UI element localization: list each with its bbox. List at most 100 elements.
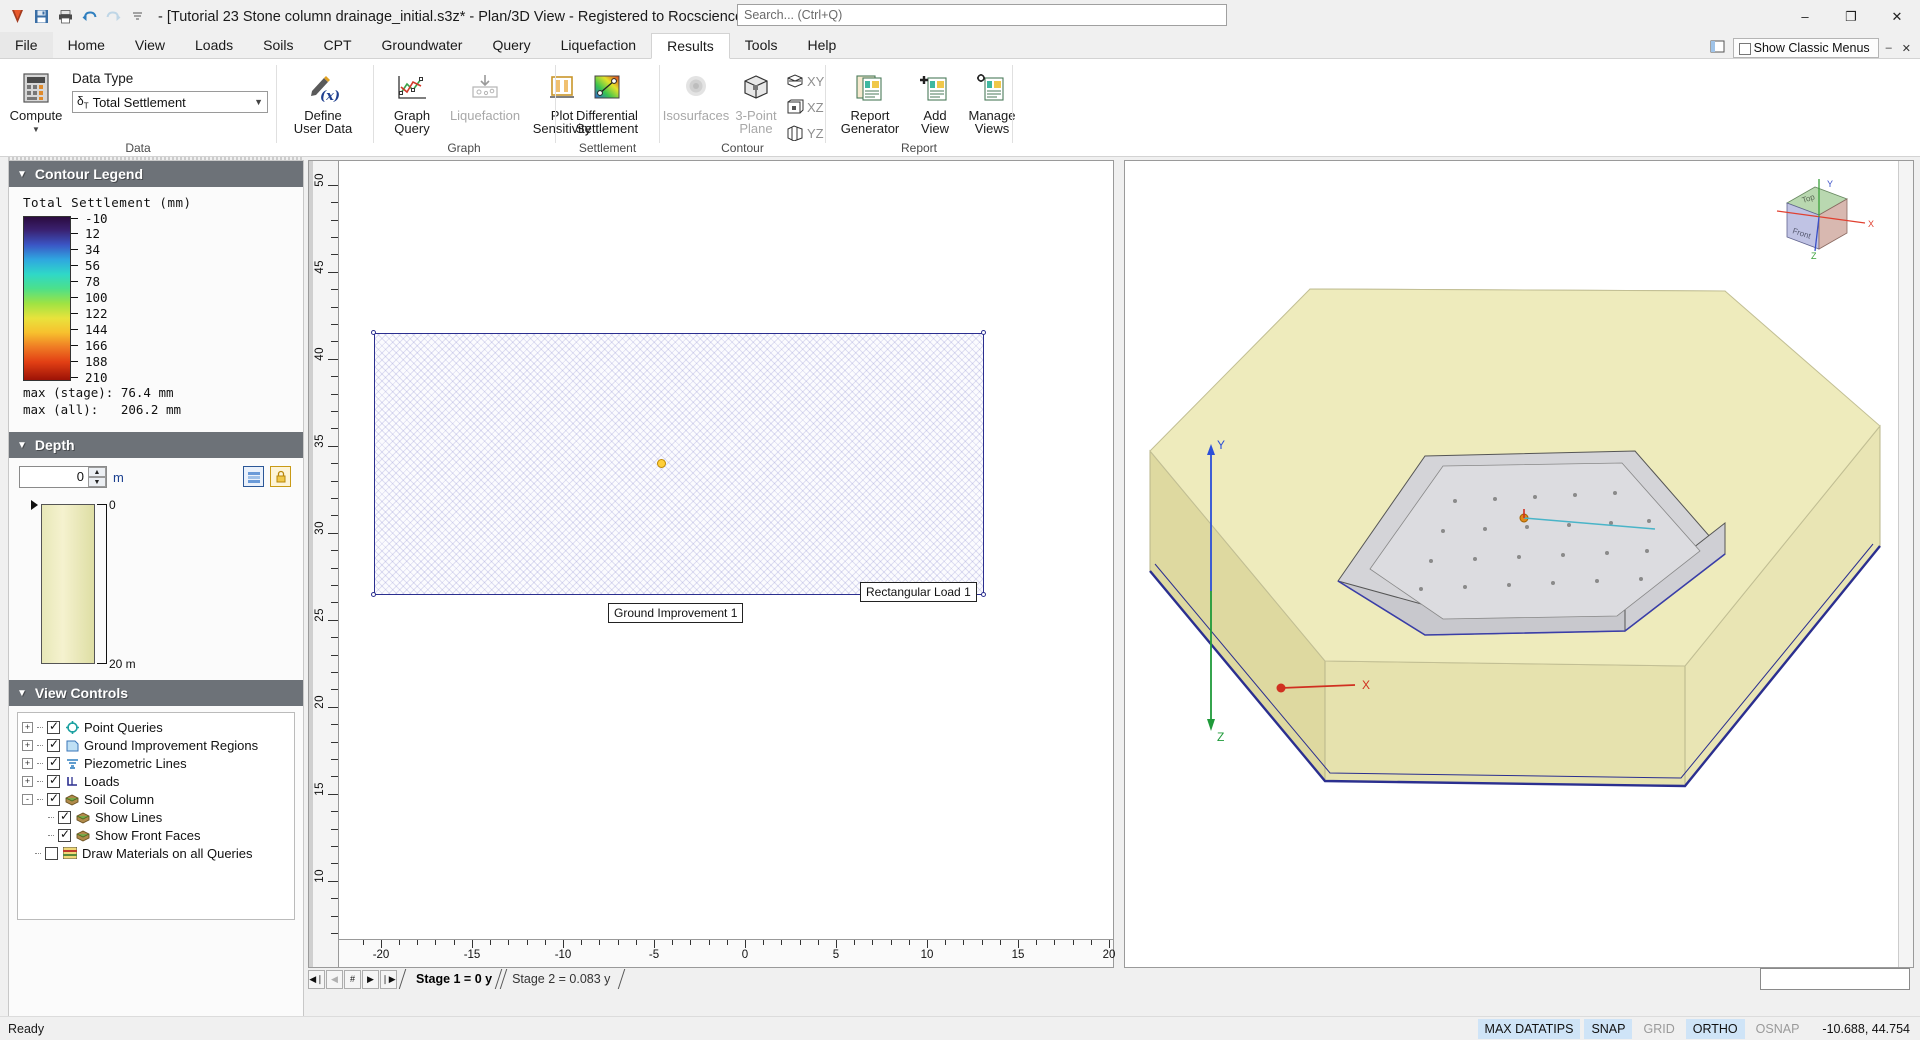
tree-item-show-front-faces[interactable]: Show Front Faces — [22, 826, 290, 844]
manage-views-button[interactable]: Manage Views — [960, 71, 1024, 135]
tab-tools[interactable]: Tools — [730, 32, 793, 58]
tab-file[interactable]: File — [0, 32, 53, 58]
search-input[interactable]: Search... (Ctrl+Q) — [737, 4, 1227, 26]
tree-item-ground-improvement-regions[interactable]: + Ground Improvement Regions — [22, 736, 290, 754]
tree-item-loads[interactable]: + Loads — [22, 772, 290, 790]
tab-cpt[interactable]: CPT — [309, 32, 367, 58]
save-icon[interactable] — [30, 6, 52, 28]
status-chip-max-datatips[interactable]: MAX DATATIPS — [1478, 1019, 1581, 1039]
stage-number-button[interactable]: # — [344, 970, 361, 989]
plane-yz-button[interactable]: YZ — [786, 125, 824, 141]
status-chip-grid[interactable]: GRID — [1636, 1019, 1681, 1039]
orientation-cube[interactable]: Top Front X Y Z — [1765, 171, 1875, 261]
load-vertex-bl[interactable] — [371, 592, 376, 597]
first-stage-button[interactable]: ◀❘ — [308, 970, 325, 989]
rectangular-load-region[interactable] — [374, 333, 984, 595]
close-button[interactable]: ✕ — [1874, 0, 1920, 33]
collapse-caret-icon[interactable]: ▼ — [17, 440, 27, 451]
data-type-combobox[interactable]: δT Total Settlement ▼ — [72, 91, 268, 113]
depth-view-icon[interactable] — [243, 466, 264, 487]
tab-liquefaction[interactable]: Liquefaction — [546, 32, 652, 58]
previous-stage-button[interactable]: ◀ — [326, 970, 343, 989]
checkbox[interactable] — [47, 721, 60, 734]
depth-spin-buttons[interactable]: ▲ ▼ — [88, 467, 106, 487]
contour-legend-header[interactable]: ▼ Contour Legend — [9, 161, 303, 187]
expander-icon[interactable]: + — [22, 722, 33, 733]
tree-item-piezometric-lines[interactable]: + Piezometric Lines — [22, 754, 290, 772]
pin-ribbon-icon[interactable] — [1706, 39, 1729, 57]
depth-lock-icon[interactable] — [270, 466, 291, 487]
plan-view-viewport[interactable]: 50 45 40 35 30 25 20 15 10 Rec — [308, 160, 1114, 968]
depth-marker-arrow[interactable] — [31, 500, 38, 510]
show-classic-menus-checkbox[interactable]: Show Classic Menus — [1733, 38, 1879, 58]
checkbox[interactable] — [58, 829, 71, 842]
print-icon[interactable] — [54, 6, 76, 28]
tab-view[interactable]: View — [120, 32, 180, 58]
plane-xy-button[interactable]: XY — [786, 73, 824, 89]
expander-icon[interactable]: + — [22, 758, 33, 769]
status-chip-ortho[interactable]: ORTHO — [1686, 1019, 1745, 1039]
load-vertex-tl[interactable] — [371, 330, 376, 335]
expander-icon[interactable]: + — [22, 740, 33, 751]
command-input[interactable] — [1760, 968, 1910, 990]
report-generator-button[interactable]: Report Generator — [834, 71, 906, 135]
tab-results[interactable]: Results — [651, 33, 730, 59]
add-view-button[interactable]: Add View — [912, 71, 958, 135]
minimize-button[interactable]: – — [1782, 0, 1828, 33]
app-logo-icon[interactable] — [6, 6, 28, 28]
rectangular-load-label[interactable]: Rectangular Load 1 — [860, 582, 977, 602]
tab-home[interactable]: Home — [53, 32, 120, 58]
depth-tool-icons — [243, 466, 291, 487]
plane-xz-button[interactable]: XZ — [786, 99, 824, 115]
collapse-caret-icon[interactable]: ▼ — [17, 169, 27, 180]
collapse-caret-icon[interactable]: ▼ — [17, 688, 27, 699]
checkbox[interactable] — [47, 739, 60, 752]
close-document-button[interactable]: ✕ — [1899, 42, 1914, 55]
chevron-down-icon[interactable]: ▼ — [254, 97, 263, 107]
tab-soils[interactable]: Soils — [248, 32, 308, 58]
load-vertex-tr[interactable] — [981, 330, 986, 335]
checkbox[interactable] — [47, 757, 60, 770]
tab-help[interactable]: Help — [792, 32, 851, 58]
load-vertex-br[interactable] — [981, 592, 986, 597]
checkbox[interactable] — [45, 847, 58, 860]
checkbox[interactable] — [47, 775, 60, 788]
compute-dropdown-caret[interactable]: ▼ — [32, 123, 40, 136]
compute-button[interactable]: Compute ▼ — [8, 71, 64, 136]
point-query-marker[interactable] — [657, 459, 666, 468]
depth-stepper[interactable]: 0 ▲ ▼ — [19, 466, 107, 488]
checkbox[interactable] — [58, 811, 71, 824]
depth-spin-up[interactable]: ▲ — [88, 467, 106, 477]
tree-item-point-queries[interactable]: + Point Queries — [22, 718, 290, 736]
define-user-data-button[interactable]: (x) Define User Data — [287, 71, 359, 135]
three-d-view-viewport[interactable]: X Y Z Top Front X Y Z — [1124, 160, 1914, 968]
depth-spin-down[interactable]: ▼ — [88, 477, 106, 487]
tree-item-draw-materials-all-queries[interactable]: Draw Materials on all Queries — [22, 844, 290, 862]
tree-item-show-lines[interactable]: Show Lines — [22, 808, 290, 826]
plan-view-canvas[interactable]: Rectangular Load 1 Ground Improvement 1 — [340, 161, 1113, 938]
tab-loads[interactable]: Loads — [180, 32, 248, 58]
checkbox[interactable] — [47, 793, 60, 806]
expander-icon[interactable]: - — [22, 794, 33, 805]
stage-tab-2[interactable]: Stage 2 = 0.083 y — [498, 969, 622, 989]
three-d-scene[interactable]: X Y Z — [1125, 161, 1900, 967]
customize-qat-icon[interactable] — [126, 6, 148, 28]
tab-query[interactable]: Query — [477, 32, 545, 58]
status-chip-osnap[interactable]: OSNAP — [1749, 1019, 1807, 1039]
next-stage-button[interactable]: ▶ — [362, 970, 379, 989]
stage-tab-1[interactable]: Stage 1 = 0 y — [402, 969, 504, 989]
three-d-scrollbar[interactable] — [1898, 161, 1913, 967]
maximize-button[interactable]: ❐ — [1828, 0, 1874, 33]
view-controls-header[interactable]: ▼ View Controls — [9, 680, 303, 706]
depth-panel-header[interactable]: ▼ Depth — [9, 432, 303, 458]
expander-icon[interactable]: + — [22, 776, 33, 787]
graph-query-button[interactable]: Graph Query — [385, 71, 439, 135]
status-chip-snap[interactable]: SNAP — [1584, 1019, 1632, 1039]
undo-icon[interactable] — [78, 6, 100, 28]
differential-settlement-button[interactable]: Differential Settlement — [564, 71, 650, 135]
minimize-ribbon-button[interactable]: – — [1883, 42, 1895, 54]
last-stage-button[interactable]: ❘▶ — [380, 970, 397, 989]
tree-item-soil-column[interactable]: - Soil Column — [22, 790, 290, 808]
ground-improvement-label[interactable]: Ground Improvement 1 — [608, 603, 743, 623]
tab-groundwater[interactable]: Groundwater — [367, 32, 478, 58]
